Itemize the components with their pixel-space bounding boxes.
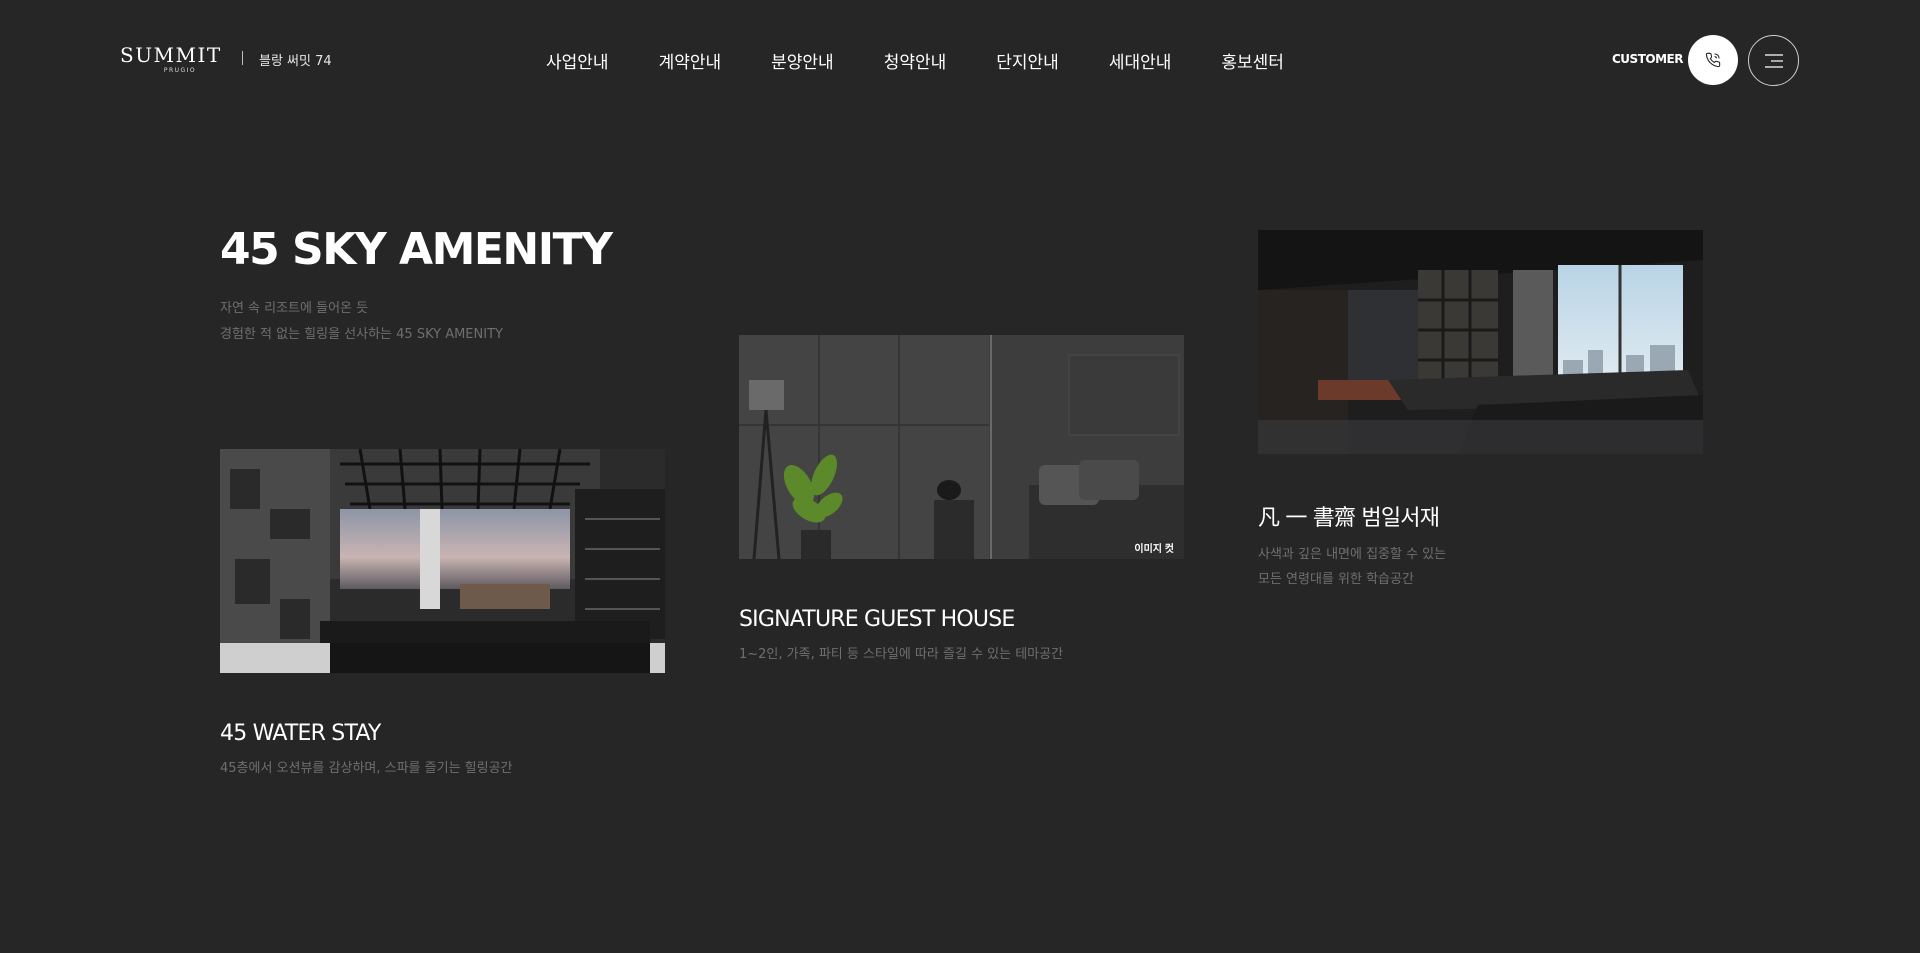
card-desc-line1: 사색과 깊은 내면에 집중할 수 있는 [1258, 547, 1447, 562]
card-signature-guest-house: 이미지 컷 SIGNATURE GUEST HOUSE 1~2인, 가족, 파티… [739, 335, 1184, 667]
section-title: 45 SKY AMENITY [220, 224, 613, 275]
summit-prugio-logo[interactable]: SUMMIT PRUGIO [120, 44, 228, 78]
card-desc-line2: 모든 연령대를 위한 학습공간 [1258, 572, 1414, 587]
nav-item-sale[interactable]: 분양안내 [771, 48, 834, 73]
image-cut-badge: 이미지 컷 [1134, 542, 1174, 555]
menu-icon [1764, 53, 1783, 68]
logo-subtext: PRUGIO [163, 67, 197, 74]
section-desc-line1: 자연 속 리조트에 들어온 듯 [220, 301, 369, 316]
phone-button[interactable] [1688, 35, 1738, 85]
nav-item-subscription[interactable]: 청약안내 [884, 48, 947, 73]
guest-house-image: 이미지 컷 [739, 335, 1184, 559]
customer-label[interactable]: CUSTOMER [1612, 52, 1683, 66]
card-description: 45층에서 오션뷰를 감상하며, 스파를 즐기는 힐링공간 [220, 761, 513, 776]
phone-icon [1705, 52, 1721, 68]
card-water-stay: 45 WATER STAY 45층에서 오션뷰를 감상하며, 스파를 즐기는 힐… [220, 449, 665, 781]
menu-button[interactable] [1748, 35, 1799, 86]
nav-item-business[interactable]: 사업안내 [546, 48, 609, 73]
card-description: 1~2인, 가족, 파티 등 스타일에 따라 즐길 수 있는 테마공간 [739, 647, 1064, 662]
site-name: 블랑 써밋 74 [259, 54, 332, 69]
main-nav: 사업안내 계약안내 분양안내 청약안내 단지안내 세대안내 홍보센터 [546, 48, 1334, 73]
nav-item-complex[interactable]: 단지안내 [996, 48, 1059, 73]
card-description: 사색과 깊은 내면에 집중할 수 있는 모든 연령대를 위한 학습공간 [1258, 542, 1703, 592]
site-header: SUMMIT PRUGIO 블랑 써밋 74 사업안내 계약안내 분양안내 청약… [0, 0, 1920, 120]
section-description: 자연 속 리조트에 들어온 듯 경험한 적 없는 힐링을 선사하는 45 SKY… [220, 296, 503, 348]
logo-divider [242, 51, 243, 65]
logo-wordmark: SUMMIT [120, 43, 222, 67]
card-title: 凡 一 書齋 범일서재 [1258, 506, 1440, 531]
card-beomil-library: 凡 一 書齋 범일서재 사색과 깊은 내면에 집중할 수 있는 모든 연령대를 … [1258, 230, 1703, 592]
nav-item-promotion[interactable]: 홍보센터 [1221, 48, 1284, 73]
water-stay-image [220, 449, 665, 673]
nav-item-unit[interactable]: 세대안내 [1109, 48, 1172, 73]
card-title: 45 WATER STAY [220, 721, 381, 746]
nav-item-contract[interactable]: 계약안내 [659, 48, 722, 73]
section-desc-line2: 경험한 적 없는 힐링을 선사하는 45 SKY AMENITY [220, 327, 503, 342]
card-title: SIGNATURE GUEST HOUSE [739, 607, 1015, 632]
library-image [1258, 230, 1703, 454]
